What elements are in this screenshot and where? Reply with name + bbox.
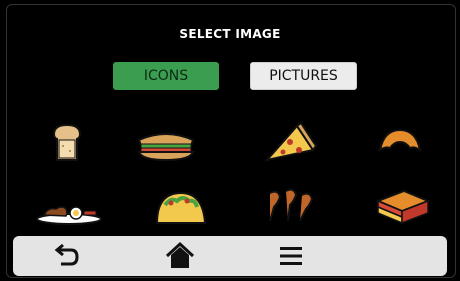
back-arrow-icon [54,243,79,266]
lasagna-icon [375,189,431,225]
tab-icons[interactable]: ICONS [113,62,219,90]
icon-item-breakfast-plate[interactable] [34,183,104,229]
pizza-slice-icon [264,121,318,162]
tab-pictures[interactable]: PICTURES [250,62,357,90]
taco-icon [155,191,207,224]
menu-button[interactable] [261,236,321,276]
icon-item-croissant[interactable] [364,120,434,166]
croissant-icon [378,128,422,153]
icon-item-toast[interactable] [32,120,102,166]
sandwich-icon [137,133,195,162]
icon-item-chicken-wings[interactable] [254,183,324,229]
icon-item-sandwich[interactable] [131,120,201,166]
icon-item-taco[interactable] [145,183,215,229]
toast-icon [52,123,82,161]
menu-icon [280,247,302,265]
icon-item-lasagna[interactable] [366,183,436,229]
chicken-wings-icon [269,188,314,222]
back-button[interactable] [36,236,96,276]
home-icon [165,241,195,268]
page-title: SELECT IMAGE [179,27,281,41]
home-button[interactable] [150,236,210,276]
breakfast-plate-icon [36,206,102,225]
icon-item-pizza[interactable] [253,120,323,166]
bottom-navbar [13,236,447,276]
